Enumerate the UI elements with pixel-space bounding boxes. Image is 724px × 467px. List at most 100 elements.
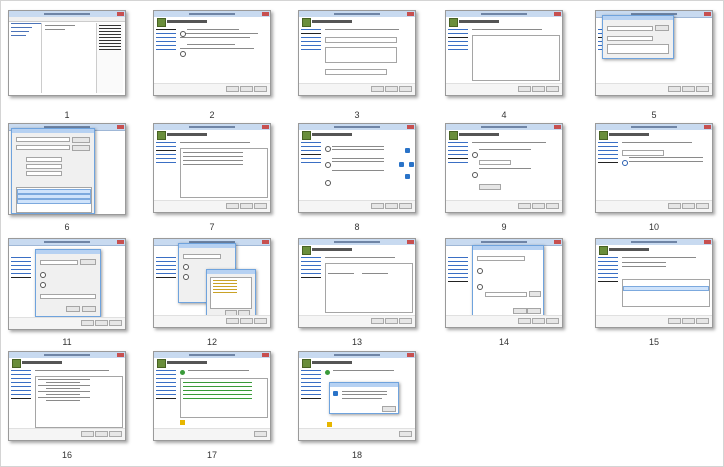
search-results-list[interactable]: [16, 187, 92, 213]
thumbnail-15[interactable]: [595, 238, 713, 328]
wizard-steps: [156, 142, 176, 200]
thumbnail-caption: 7: [209, 222, 215, 232]
warning-icon: [327, 422, 332, 427]
thumbnail-7[interactable]: [153, 123, 271, 213]
thumbnail-caption: 18: [351, 450, 362, 460]
wizard-icon: [302, 359, 311, 368]
menu-bar: [9, 17, 125, 22]
thumbnail-caption: 12: [206, 337, 217, 347]
close-icon: [704, 125, 711, 129]
success-icon: [325, 370, 330, 375]
thumbnail-11[interactable]: [8, 238, 126, 330]
wizard-header: [299, 245, 415, 255]
wizard-header: [154, 17, 270, 27]
wizard-buttons: [299, 83, 415, 95]
wizard-header: [9, 358, 125, 368]
thumbnail-6[interactable]: [8, 123, 126, 215]
wizard-header: [299, 17, 415, 27]
close-icon: [554, 240, 561, 244]
close-icon: [704, 240, 711, 244]
wizard-icon: [302, 246, 311, 255]
thumbnail-1[interactable]: [8, 10, 126, 96]
edit-dialog[interactable]: [472, 245, 544, 319]
wizard-page: [325, 142, 414, 200]
wizard-buttons: [154, 200, 270, 212]
select-computers-dialog[interactable]: [602, 15, 674, 59]
wizard-header: [154, 358, 270, 368]
wizard-header: [446, 17, 562, 27]
topology-icon: [409, 162, 414, 167]
topology-icon: [399, 162, 404, 167]
wizard-header: [299, 130, 415, 140]
wizard-header: [299, 358, 415, 368]
thumbnail-caption: 15: [648, 337, 659, 347]
thumbnail-caption: 2: [209, 110, 215, 120]
thumbnail-17[interactable]: [153, 351, 271, 441]
wizard-buttons: [596, 200, 712, 212]
actions-pane: [96, 23, 123, 93]
topology-icon: [333, 391, 338, 396]
wizard-icon: [157, 18, 166, 27]
thumbnail-caption: 17: [206, 450, 217, 460]
select-computers-dialog[interactable]: [11, 128, 95, 214]
wizard-steps: [301, 29, 321, 83]
close-icon: [407, 353, 414, 357]
wizard-icon: [157, 359, 166, 368]
wizard-steps: [448, 29, 468, 83]
thumbnail-3[interactable]: [298, 10, 416, 96]
wizard-header: [596, 130, 712, 140]
replication-delay-dialog[interactable]: [329, 382, 399, 414]
thumbnail-caption: 6: [64, 222, 70, 232]
wizard-page: [180, 142, 268, 200]
topology-icon: [405, 148, 410, 153]
wizard-page: [622, 257, 710, 315]
thumbnail-2[interactable]: [153, 10, 271, 96]
thumbnail-16[interactable]: [8, 351, 126, 441]
wizard-buttons: [9, 317, 125, 329]
wizard-header: [596, 245, 712, 255]
thumbnail-caption: 13: [351, 337, 362, 347]
close-icon: [262, 12, 269, 16]
thumbnail-caption: 16: [61, 450, 72, 460]
close-icon: [262, 353, 269, 357]
thumbnail-4[interactable]: [445, 10, 563, 96]
close-icon: [407, 240, 414, 244]
wizard-page: [325, 257, 413, 315]
thumbnail-13[interactable]: [298, 238, 416, 328]
thumbnail-caption: 5: [651, 110, 657, 120]
thumbnail-9[interactable]: [445, 123, 563, 213]
thumbnail-8[interactable]: [298, 123, 416, 213]
wizard-page: [472, 29, 560, 83]
wizard-buttons: [9, 428, 125, 440]
close-icon: [554, 125, 561, 129]
thumbnail-10[interactable]: [595, 123, 713, 213]
wizard-steps: [448, 142, 468, 200]
topology-icon: [405, 174, 410, 179]
console-tree: [11, 23, 42, 93]
wizard-buttons: [154, 428, 270, 440]
wizard-steps: [598, 142, 618, 200]
add-folder-dialog[interactable]: [35, 249, 101, 317]
wizard-steps: [301, 257, 321, 315]
wizard-icon: [599, 131, 608, 140]
wizard-steps: [156, 29, 176, 83]
close-icon: [117, 353, 124, 357]
close-icon: [117, 125, 124, 129]
wizard-buttons: [446, 315, 562, 327]
thumbnail-5[interactable]: [595, 10, 713, 96]
wizard-icon: [157, 131, 166, 140]
wizard-steps: [301, 142, 321, 200]
screenshot-frame: 1 2 3 4 5 6 7 8 9 10 11 12 13 14 15 16 1…: [0, 0, 724, 467]
warning-icon: [180, 420, 185, 425]
wizard-page: [180, 29, 267, 83]
thumbnail-12[interactable]: [153, 238, 271, 328]
thumbnail-14[interactable]: [445, 238, 563, 328]
close-icon: [117, 12, 124, 16]
browse-for-folder-dialog[interactable]: [206, 269, 256, 319]
thumbnail-18[interactable]: [298, 351, 416, 441]
close-icon: [117, 240, 124, 244]
thumbnail-caption: 4: [501, 110, 507, 120]
wizard-steps: [156, 257, 176, 315]
wizard-buttons: [154, 83, 270, 95]
wizard-header: [154, 130, 270, 140]
